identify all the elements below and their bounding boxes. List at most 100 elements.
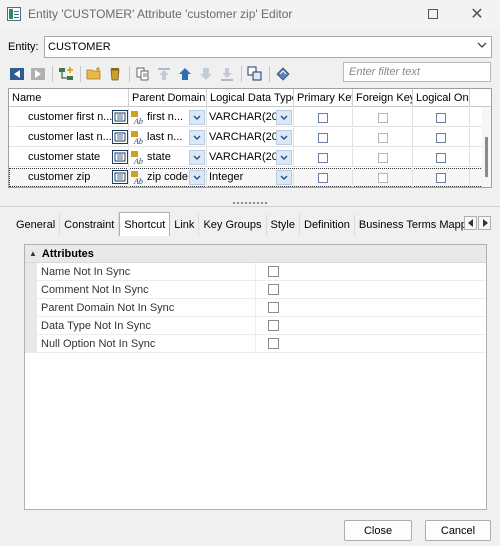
row-gutter — [25, 280, 37, 299]
chevron-down-icon[interactable] — [276, 110, 292, 125]
tab-key-groups[interactable]: Key Groups — [199, 214, 267, 236]
tab-scroll-right-button[interactable] — [478, 216, 491, 230]
move-up-button[interactable] — [176, 65, 194, 83]
maximize-button[interactable] — [410, 0, 456, 28]
attributes-section-header[interactable]: ▲ Attributes — [25, 245, 486, 263]
entity-label: Entity: — [8, 41, 39, 53]
cancel-button[interactable]: Cancel — [425, 520, 491, 541]
cell-name[interactable]: customer zip — [9, 168, 129, 187]
filter-input[interactable] — [343, 62, 491, 82]
divider — [0, 206, 500, 207]
table-row-selected[interactable]: customer zip Ab zip code Integer — [9, 168, 483, 187]
logical-only-checkbox[interactable] — [436, 172, 446, 183]
move-bottom-button[interactable] — [218, 65, 236, 83]
collapse-triangle-icon[interactable]: ▲ — [29, 249, 37, 258]
domain-icon: Ab — [131, 110, 143, 125]
foreign-key-checkbox[interactable] — [377, 152, 388, 163]
toolbar-separator — [52, 66, 53, 82]
cell-parent-domain[interactable]: Ab first n... — [129, 108, 207, 127]
move-top-button[interactable] — [155, 65, 173, 83]
chevron-down-icon[interactable] — [189, 110, 205, 125]
name-not-in-sync-checkbox[interactable] — [268, 266, 279, 277]
cell-primary-key — [294, 168, 353, 187]
cell-foreign-key — [353, 108, 413, 127]
entity-dropdown[interactable]: CUSTOMER — [44, 36, 492, 58]
primary-key-checkbox[interactable] — [318, 132, 328, 143]
shortcut-property-panel: ▲ Attributes Name Not In Sync Comment No… — [24, 244, 487, 510]
cell-logical-data-type[interactable]: VARCHAR(20) — [207, 128, 294, 147]
data-type-not-in-sync-checkbox[interactable] — [268, 320, 279, 331]
chevron-down-icon[interactable] — [276, 130, 292, 145]
tab-scroll-left-button[interactable] — [464, 216, 477, 230]
tab-shortcut[interactable]: Shortcut — [119, 212, 171, 236]
go-last-button[interactable] — [29, 65, 47, 83]
tab-constraint[interactable]: Constraint — [60, 214, 120, 236]
sort-button[interactable] — [274, 65, 292, 83]
attribute-icon — [112, 150, 128, 164]
close-window-button[interactable]: ✕ — [454, 0, 500, 28]
chevron-down-icon[interactable] — [189, 150, 205, 165]
tab-definition[interactable]: Definition — [300, 214, 355, 236]
grid-scrollbar[interactable] — [482, 107, 491, 187]
foreign-key-checkbox[interactable] — [377, 112, 388, 123]
primary-key-checkbox[interactable] — [318, 152, 328, 163]
cell-parent-domain[interactable]: Ab zip code — [129, 168, 207, 187]
domain-value: first n... — [147, 111, 184, 123]
chevron-down-icon[interactable] — [276, 170, 292, 185]
move-down-button[interactable] — [197, 65, 215, 83]
chevron-down-icon[interactable] — [189, 130, 205, 145]
copy-button[interactable] — [246, 65, 264, 83]
tab-general[interactable]: General — [12, 214, 61, 236]
table-row[interactable]: customer last n... Ab last n... VARCHAR(… — [9, 128, 483, 147]
entity-value: CUSTOMER — [48, 41, 111, 53]
logical-only-checkbox[interactable] — [436, 112, 446, 123]
attributes-grid: Name Parent Domain Logical Data Type Pri… — [8, 88, 492, 188]
cell-name[interactable]: customer last n... — [9, 128, 129, 147]
property-label: Null Option Not In Sync — [41, 337, 156, 350]
go-first-button[interactable] — [8, 65, 26, 83]
column-header-primary-key[interactable]: Primary Key — [294, 89, 353, 107]
close-button[interactable]: Close — [344, 520, 412, 541]
tab-style[interactable]: Style — [267, 214, 300, 236]
logical-only-checkbox[interactable] — [436, 152, 446, 163]
delete-icon — [110, 68, 120, 81]
cell-parent-domain[interactable]: Ab state — [129, 148, 207, 167]
new-folder-icon — [86, 67, 101, 80]
null-option-not-in-sync-checkbox[interactable] — [268, 338, 279, 349]
property-row: Parent Domain Not In Sync — [25, 298, 486, 317]
parent-domain-not-in-sync-checkbox[interactable] — [268, 302, 279, 313]
toolbar-separator — [129, 66, 130, 82]
cell-parent-domain[interactable]: Ab last n... — [129, 128, 207, 147]
tab-business-terms-mapping[interactable]: Business Terms Mappin — [355, 214, 480, 236]
cell-logical-data-type[interactable]: Integer — [207, 168, 294, 187]
move-up-icon — [179, 68, 191, 80]
table-row[interactable]: customer state Ab state VARCHAR(20) — [9, 148, 483, 167]
primary-key-checkbox[interactable] — [318, 172, 328, 183]
cell-name[interactable]: customer first n... — [9, 108, 129, 127]
go-last-icon — [31, 68, 45, 80]
column-header-parent-domain[interactable]: Parent Domain — [129, 89, 207, 107]
column-header-logical-only[interactable]: Logical Only — [413, 89, 470, 107]
foreign-key-checkbox[interactable] — [377, 172, 388, 183]
tab-link[interactable]: Link — [170, 214, 200, 236]
foreign-key-checkbox[interactable] — [377, 132, 388, 143]
chevron-down-icon[interactable] — [276, 150, 292, 165]
column-header-logical-data-type[interactable]: Logical Data Type — [207, 89, 294, 107]
column-header-name[interactable]: Name — [9, 89, 129, 107]
cell-logical-data-type[interactable]: VARCHAR(20) — [207, 148, 294, 167]
chevron-down-icon[interactable] — [189, 170, 205, 185]
primary-key-checkbox[interactable] — [318, 112, 328, 123]
column-header-foreign-key[interactable]: Foreign Key — [353, 89, 413, 107]
cell-logical-data-type[interactable]: VARCHAR(20) — [207, 108, 294, 127]
scrollbar-thumb[interactable] — [485, 137, 488, 177]
logical-only-checkbox[interactable] — [436, 132, 446, 143]
table-row[interactable]: customer first n... Ab first n... VARCHA… — [9, 108, 483, 127]
new-folder-button[interactable] — [85, 65, 103, 83]
delete-button[interactable] — [106, 65, 124, 83]
comment-not-in-sync-checkbox[interactable] — [268, 284, 279, 295]
new-attribute-button[interactable] — [57, 65, 75, 83]
migrate-button[interactable] — [134, 65, 152, 83]
cell-name[interactable]: customer state — [9, 148, 129, 167]
maximize-icon — [428, 9, 438, 19]
domain-icon: Ab — [131, 130, 143, 145]
